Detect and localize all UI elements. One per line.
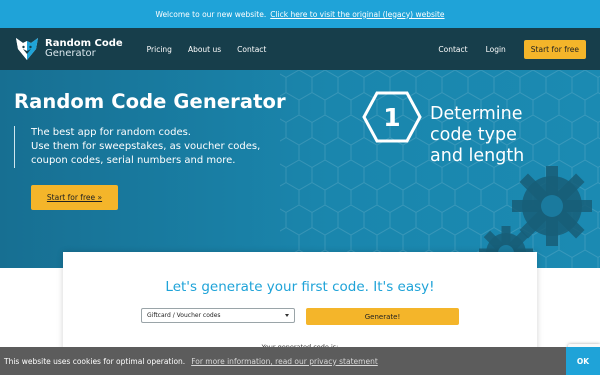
cookie-ok-button[interactable]: OK: [566, 347, 600, 375]
cookie-banner: This website uses cookies for optimal op…: [0, 347, 600, 375]
step-line: and length: [430, 146, 525, 166]
main-nav: Random Code Generator Pricing About us C…: [0, 28, 600, 70]
hero-desc-line: Use them for sweepstakes, as voucher cod…: [31, 141, 261, 152]
fox-logo-icon: [16, 38, 38, 60]
step-line: code type: [430, 125, 517, 145]
hero-desc-line: coupon codes, serial numbers and more.: [31, 155, 236, 166]
generator-title: Let's generate your first code. It's eas…: [165, 279, 435, 295]
step-number: 1: [383, 103, 400, 132]
hero-title: Random Code Generator: [14, 90, 286, 113]
logo-text: Random Code Generator: [45, 39, 123, 59]
step-badge: 1: [362, 91, 422, 143]
code-type-selected-value: Giftcard / Voucher codes: [147, 312, 221, 319]
nav-link-about-us[interactable]: About us: [188, 45, 221, 54]
legacy-site-link[interactable]: Click here to visit the original (legacy…: [270, 10, 444, 19]
nav-link-pricing[interactable]: Pricing: [147, 45, 172, 54]
logo-line-2: Generator: [45, 48, 96, 59]
hero-start-free-button[interactable]: Start for free »: [31, 185, 118, 210]
logo[interactable]: Random Code Generator: [14, 36, 123, 62]
code-type-select[interactable]: Giftcard / Voucher codes: [141, 308, 295, 323]
hero-desc-line: The best app for random codes.: [31, 127, 191, 138]
step-line: Determine: [430, 104, 523, 124]
nav-links-right: Contact Login Start for free: [438, 39, 586, 59]
announcement-bar: Welcome to our new website. Click here t…: [0, 0, 600, 28]
nav-link-login[interactable]: Login: [486, 45, 506, 54]
chevron-down-icon: [285, 314, 289, 317]
generate-button[interactable]: Generate!: [306, 308, 459, 325]
cookie-text: This website uses cookies for optimal op…: [4, 356, 186, 366]
nav-links-left: Pricing About us Contact: [147, 45, 267, 54]
hero-section: Random Code Generator The best app for r…: [0, 70, 600, 268]
nav-link-contact[interactable]: Contact: [237, 45, 266, 54]
nav-start-free-button[interactable]: Start for free: [523, 39, 586, 59]
step-description: Determine code type and length: [430, 104, 550, 167]
hero-description: The best app for random codes. Use them …: [14, 126, 304, 168]
privacy-statement-link[interactable]: For more information, read our privacy s…: [191, 357, 378, 366]
announcement-text: Welcome to our new website.: [155, 9, 267, 19]
nav-link-contact-right[interactable]: Contact: [438, 45, 467, 54]
